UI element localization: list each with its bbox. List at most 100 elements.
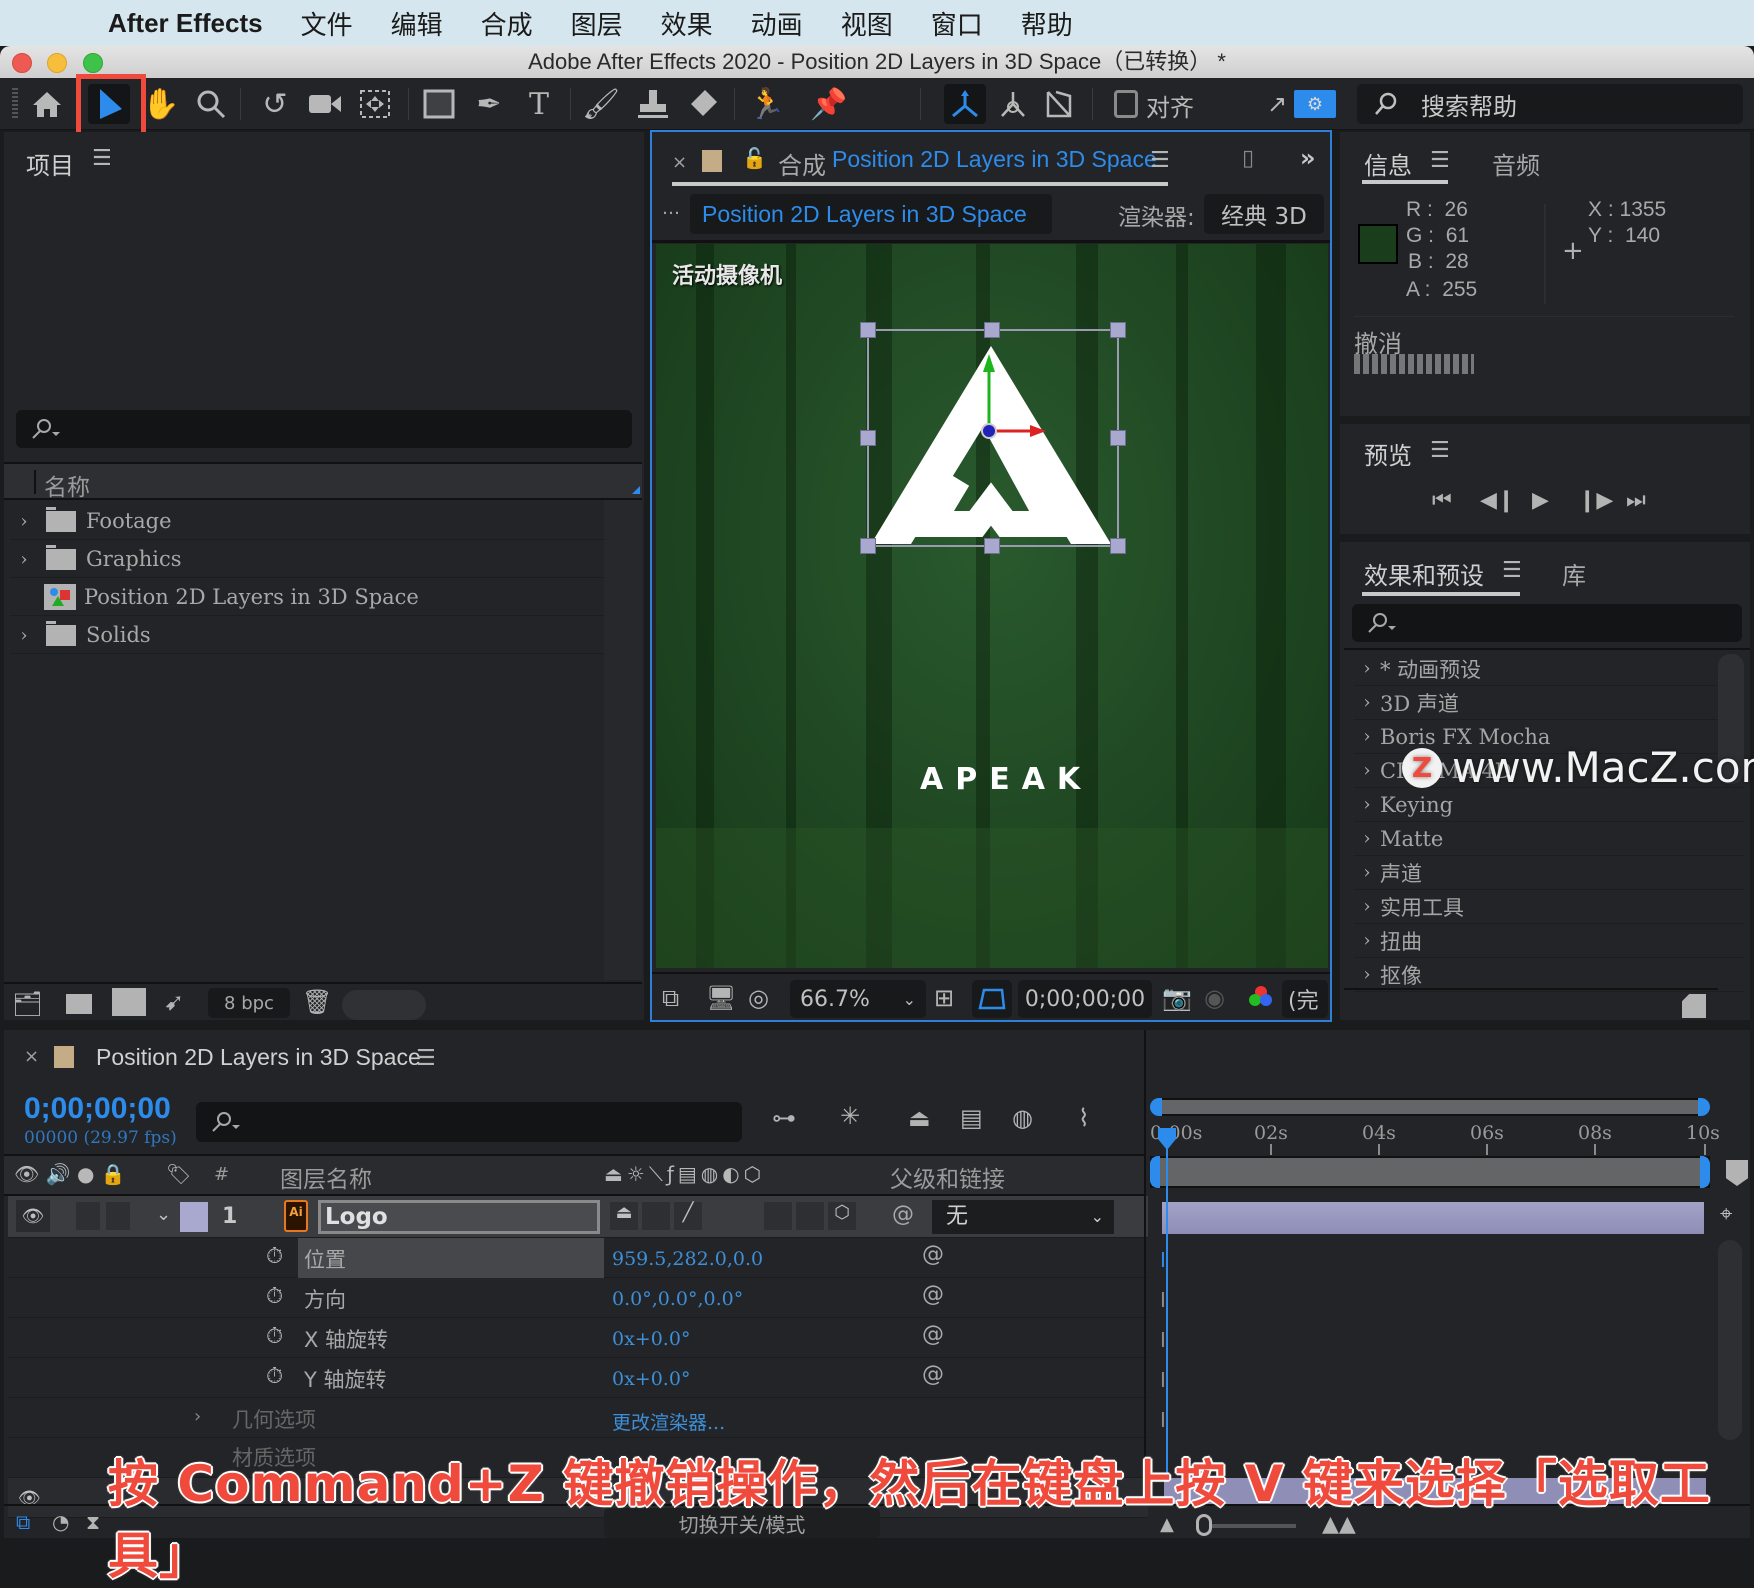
lock-icon[interactable]: 🔓 — [742, 146, 767, 170]
project-column-header[interactable]: 名称 — [4, 462, 642, 502]
column-name-header[interactable]: 名称 — [44, 468, 90, 502]
layer-row-logo[interactable]: 👁 ⌄ 1 Ai Logo ⏏ ╱ ⬡ @ 无 ⌄ — [8, 1196, 1148, 1238]
play-button[interactable]: ▶ — [1532, 488, 1549, 513]
project-thumbnail-slider[interactable] — [342, 990, 426, 1020]
expand-chevron-icon[interactable]: › — [1354, 794, 1380, 815]
expand-chevron-icon[interactable]: › — [194, 1406, 201, 1427]
expression-pick-whip-icon[interactable]: @ — [922, 1282, 944, 1307]
puppet-pin-tool[interactable]: 📌 — [808, 84, 850, 124]
layer-marker-icon[interactable]: ⌖ — [1720, 1202, 1732, 1227]
camera-tool[interactable] — [304, 84, 346, 124]
always-preview-button[interactable]: ⧉ — [662, 984, 679, 1012]
project-scroll-track[interactable] — [604, 500, 642, 980]
vr-mode-button[interactable]: ◎ — [748, 984, 769, 1012]
hand-tool[interactable]: ✋ — [140, 84, 182, 124]
time-stretch-toggle-icon[interactable]: ⧗ — [86, 1510, 100, 1534]
label-tag-icon[interactable]: 🏷 — [166, 1162, 191, 1186]
menu-composition[interactable]: 合成 — [481, 5, 533, 42]
graph-editor-button[interactable]: ⌇ — [1078, 1104, 1090, 1132]
layer-name-field[interactable]: Logo — [318, 1200, 600, 1234]
transform-handle[interactable] — [860, 430, 876, 446]
effects-category-item[interactable]: › 实用工具 — [1354, 890, 1744, 924]
transform-handle[interactable] — [1110, 322, 1126, 338]
transform-handle[interactable] — [860, 538, 876, 554]
comp-tab-name[interactable]: Position 2D Layers in 3D Space — [832, 146, 1157, 173]
panel-menu-icon[interactable]: ☰ — [1430, 438, 1450, 463]
3d-layer-switch[interactable]: ⬡ — [828, 1202, 856, 1230]
new-folder-button[interactable] — [66, 994, 92, 1014]
pen-tool[interactable]: ✒ — [468, 84, 510, 124]
tab-library[interactable]: 库 — [1562, 556, 1586, 591]
pan-behind-tool[interactable] — [354, 84, 396, 124]
menu-file[interactable]: 文件 — [301, 5, 353, 42]
stopwatch-icon[interactable]: ⏱ — [266, 1324, 283, 1349]
property-row-y-rotation[interactable]: ⏱ Y 轴旋转 0x+0.0° @ — [8, 1358, 1148, 1398]
apeak-text-layer[interactable]: APEAK — [920, 762, 1092, 797]
brush-tool[interactable]: 🖌 — [580, 84, 622, 124]
layer-viewer-tab-icon[interactable]: ▯ — [1242, 146, 1254, 171]
change-renderer-link[interactable]: 更改渲染器... — [612, 1408, 725, 1435]
transform-handle[interactable] — [1110, 430, 1126, 446]
comp-marker-bin-icon[interactable] — [1726, 1160, 1748, 1186]
column-layer-name-header[interactable]: 图层名称 — [280, 1160, 372, 1194]
project-search-input[interactable] — [16, 410, 632, 448]
transform-handle[interactable] — [1110, 538, 1126, 554]
workspace-button[interactable]: ⚙ — [1294, 90, 1336, 118]
region-of-interest-button[interactable]: ⊞ — [934, 984, 954, 1012]
menu-app-name[interactable]: After Effects — [108, 8, 263, 39]
expand-chevron-icon[interactable]: › — [1354, 930, 1380, 951]
close-tab-icon[interactable]: × — [672, 152, 687, 173]
timeline-tab-name[interactable]: Position 2D Layers in 3D Space — [96, 1044, 421, 1071]
expand-chevron-icon[interactable]: › — [1354, 862, 1380, 883]
property-row-x-rotation[interactable]: ⏱ X 轴旋转 0x+0.0° @ — [8, 1318, 1148, 1358]
rotation-tool[interactable]: ↺ — [254, 84, 296, 124]
stopwatch-icon[interactable]: ⏱ — [266, 1364, 283, 1389]
panel-menu-icon[interactable]: ☰ — [1430, 148, 1450, 173]
property-row-orientation[interactable]: ⏱ 方向 0.0°,0.0°,0.0° @ — [8, 1278, 1148, 1318]
expression-pick-whip-icon[interactable]: @ — [922, 1362, 944, 1387]
effects-category-item[interactable]: › Keying — [1354, 788, 1744, 822]
motion-blur-button[interactable]: ◍ — [1012, 1104, 1033, 1132]
tab-audio[interactable]: 音频 — [1492, 146, 1540, 181]
menu-effect[interactable]: 效果 — [661, 5, 713, 42]
view-axis-mode[interactable] — [1038, 84, 1080, 124]
tab-info[interactable]: 信息 — [1364, 146, 1412, 181]
parent-dropdown[interactable]: 无 ⌄ — [932, 1200, 1114, 1234]
work-area-end-handle[interactable] — [1700, 1156, 1710, 1188]
transparency-grid-button[interactable] — [972, 980, 1012, 1018]
playhead-handle[interactable] — [1158, 1128, 1176, 1150]
render-queue-button[interactable]: ➹ — [164, 988, 184, 1016]
transform-handle[interactable] — [860, 322, 876, 338]
panel-menu-icon[interactable]: ☰ — [1150, 148, 1170, 173]
transform-handle[interactable] — [984, 538, 1000, 554]
av-features-icons[interactable]: 👁 🔊 ● 🔒 — [14, 1162, 126, 1186]
shy-layers-button[interactable]: ⏏ — [908, 1104, 931, 1132]
world-axis-mode[interactable] — [992, 84, 1034, 124]
expand-chevron-icon[interactable]: › — [1354, 726, 1380, 747]
eraser-tool[interactable] — [682, 84, 724, 124]
roto-brush-tool[interactable]: 🏃 — [746, 84, 788, 124]
show-snapshot-button[interactable]: ◉ — [1204, 984, 1225, 1012]
effects-category-item[interactable]: › 3D 声道 — [1354, 686, 1744, 720]
property-value[interactable]: 959.5,282.0,0.0 — [612, 1248, 763, 1270]
draft-3d-button[interactable]: ✳ — [840, 1102, 860, 1130]
close-window-button[interactable] — [12, 53, 32, 73]
overflow-tabs-icon[interactable]: » — [1300, 144, 1316, 172]
project-item-solids[interactable]: › Solids — [10, 617, 610, 654]
expand-chevron-icon[interactable]: › — [1354, 760, 1380, 781]
expression-pick-whip-icon[interactable]: @ — [922, 1242, 944, 1267]
renderer-button[interactable]: 经典 3D — [1204, 194, 1324, 234]
search-help-input[interactable]: 搜索帮助 — [1357, 84, 1743, 124]
menu-help[interactable]: 帮助 — [1021, 5, 1073, 42]
effects-category-item[interactable]: › 扭曲 — [1354, 924, 1744, 958]
composition-viewer[interactable]: 活动摄像机 APEAK — [656, 244, 1328, 968]
property-value[interactable]: 0.0°,0.0°,0.0° — [612, 1288, 743, 1310]
adjustment-switch[interactable] — [796, 1202, 824, 1230]
tab-effects-presets[interactable]: 效果和预设 — [1364, 556, 1484, 591]
collapse-switch[interactable] — [642, 1202, 670, 1230]
align-checkbox[interactable] — [1114, 90, 1138, 118]
pick-whip-icon[interactable]: @ — [892, 1202, 914, 1227]
interpret-footage-button[interactable]: 🗂 — [12, 990, 42, 1018]
next-frame-button[interactable]: ❙▶ — [1578, 488, 1613, 513]
new-preset-icon[interactable] — [1682, 994, 1706, 1018]
